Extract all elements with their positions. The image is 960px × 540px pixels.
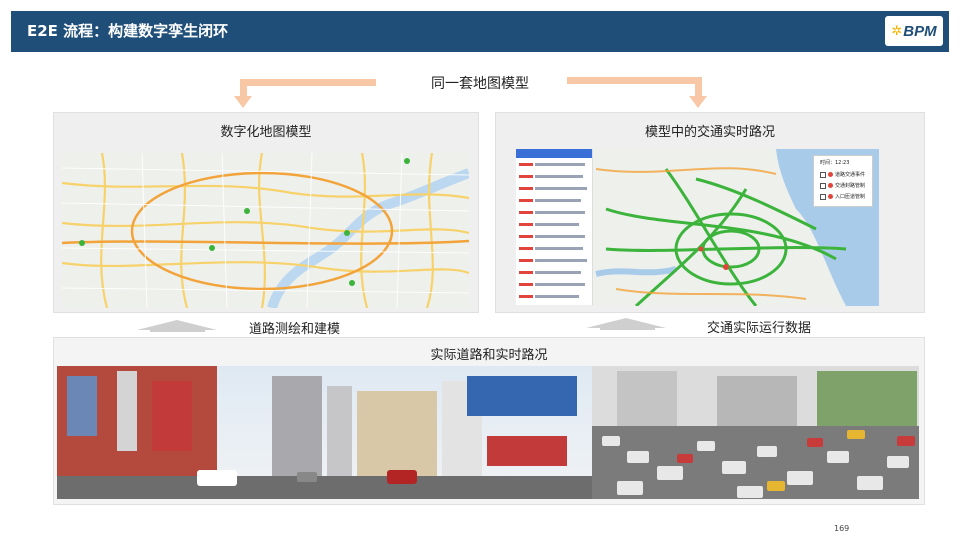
checkbox-icon[interactable]	[820, 193, 826, 200]
city-map-drawing	[62, 153, 469, 308]
right-orange-arrow-head	[689, 96, 707, 108]
right-orange-arrow-stem	[695, 77, 702, 97]
street-photo-strip	[57, 366, 919, 499]
logo-text: BPM	[903, 22, 937, 40]
street-photo-drawing	[57, 366, 919, 499]
traffic-legend[interactable]: 时间：12:23 道路交通事件 交通封路管制 入口匝道管制	[813, 155, 873, 207]
slide-header: E2E 流程：构建数字孪生闭环 ✲ BPM	[11, 11, 949, 52]
event-list-header	[516, 149, 592, 158]
ramp-dot-icon	[828, 194, 833, 199]
digital-map-image	[62, 153, 469, 308]
page-number: 169	[834, 524, 850, 533]
real-road-panel: 实际道路和实时路况	[53, 337, 925, 505]
legend-time: 时间：12:23	[820, 160, 850, 166]
left-orange-arrow-stem	[240, 79, 247, 97]
traffic-event-list[interactable]	[516, 149, 593, 305]
real-road-title: 实际道路和实时路况	[430, 348, 548, 363]
left-orange-arrow-bar	[240, 79, 376, 86]
legend-item-incident[interactable]: 道路交通事件	[820, 171, 865, 178]
closure-dot-icon	[828, 183, 833, 188]
traffic-map-title: 模型中的交通实时路况	[644, 125, 775, 140]
logo-mark: ✲	[891, 23, 903, 39]
checkbox-icon[interactable]	[820, 171, 826, 178]
left-orange-arrow-head	[234, 96, 252, 108]
digital-map-panel: 数字化地图模型	[53, 112, 479, 313]
digital-map-title: 数字化地图模型	[220, 125, 312, 140]
checkbox-icon[interactable]	[820, 182, 826, 189]
bpm-logo: ✲ BPM	[885, 16, 943, 46]
road-survey-label: 道路测绘和建模	[249, 322, 341, 337]
traffic-map-panel: 模型中的交通实时路况 时间：12:23 道路交通事件 交通封路管制 入口匝道管制	[495, 112, 925, 313]
slide-title: E2E 流程：构建数字孪生闭环	[27, 22, 229, 40]
traffic-map-image: 时间：12:23 道路交通事件 交通封路管制 入口匝道管制	[516, 149, 879, 306]
shared-model-label: 同一套地图模型	[431, 76, 529, 92]
traffic-data-label: 交通实际运行数据	[707, 321, 812, 336]
legend-item-ramp[interactable]: 入口匝道管制	[820, 193, 865, 200]
incident-dot-icon	[828, 172, 833, 177]
right-orange-arrow-bar	[567, 77, 702, 84]
legend-item-closure[interactable]: 交通封路管制	[820, 182, 865, 189]
